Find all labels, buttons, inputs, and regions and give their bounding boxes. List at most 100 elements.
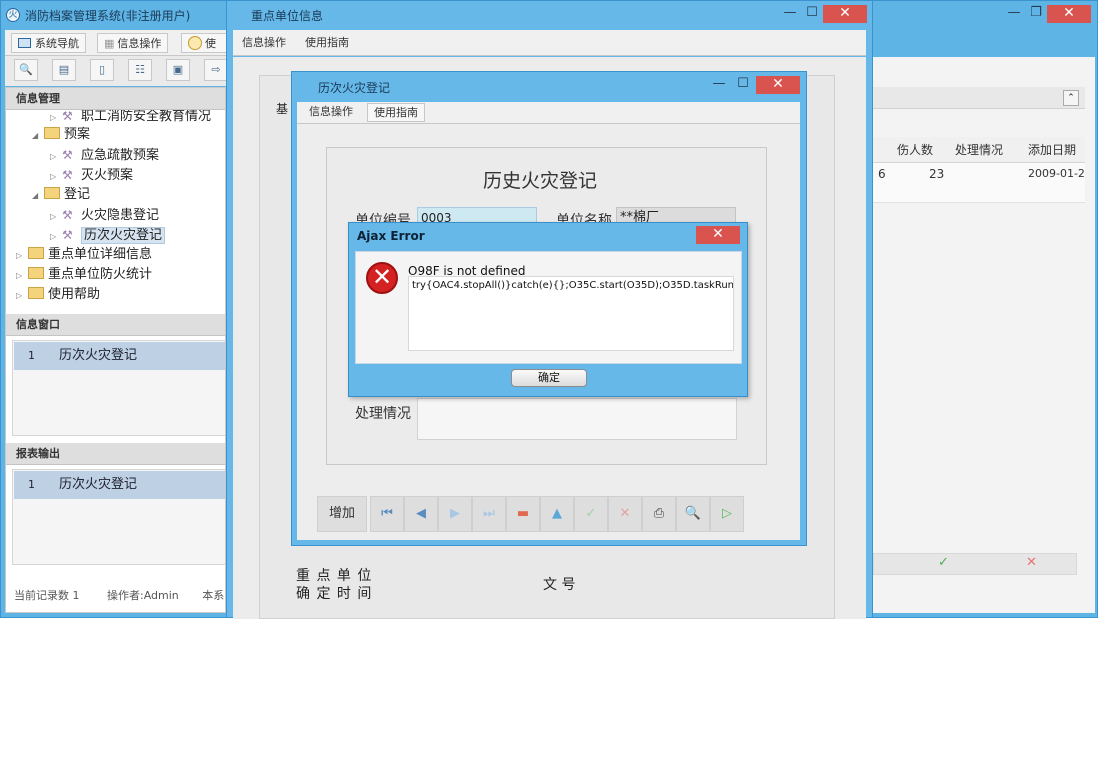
expand-arrow-icon: ▷: [50, 172, 57, 181]
ok-button[interactable]: 确定: [511, 369, 587, 387]
folder-icon: [28, 267, 44, 279]
tree-folder-help[interactable]: ▷ 使用帮助: [16, 285, 100, 305]
edit-up-icon[interactable]: ▲: [540, 496, 574, 532]
cancel-icon[interactable]: ✕: [1026, 555, 1037, 570]
tree-item-fire-plan[interactable]: ▷ ⚒ 灭火预案: [50, 165, 133, 185]
close-icon[interactable]: ✕: [1047, 5, 1091, 23]
folder-icon: [44, 187, 60, 199]
collapse-arrow-icon: ◢: [32, 191, 39, 200]
tools-icon: ⚒: [62, 168, 73, 182]
expand-arrow-icon: ▷: [50, 212, 57, 221]
list-item[interactable]: 1 历次火灾登记: [14, 471, 225, 499]
fire-record-menubar: 信息操作 使用指南: [297, 102, 800, 124]
tree-item-staff-education[interactable]: ▷ ⚒ 职工消防安全教育情况: [50, 110, 211, 122]
menu-info-ops[interactable]: 信息操作: [303, 103, 359, 122]
tree-folder-register[interactable]: ◢ 登记: [32, 185, 90, 205]
expand-arrow-icon: ▷: [16, 251, 23, 260]
error-icon: ✕: [366, 262, 398, 294]
handling-label: 处理情况: [355, 406, 411, 422]
tree-folder-key-unit-details[interactable]: ▷ 重点单位详细信息: [16, 245, 152, 265]
tree-item-label: 应急疏散预案: [81, 148, 160, 163]
fire-record-window-title: 历次火灾登记: [318, 81, 391, 95]
delete-icon[interactable]: ▬: [506, 496, 540, 532]
cancel-icon[interactable]: ✕: [608, 496, 642, 532]
tree-item-label: 火灾隐患登记: [81, 208, 160, 223]
collapse-up-icon[interactable]: ⌃: [1063, 90, 1079, 106]
folder-icon: [28, 247, 44, 259]
save-check-icon[interactable]: ✓: [574, 496, 608, 532]
grid-row[interactable]: 6 23 2009-01-2: [873, 163, 1085, 203]
menu-usage-guide[interactable]: 使用指南: [299, 33, 355, 53]
collapse-arrow-icon: ◢: [32, 131, 39, 140]
tools-icon: ⚒: [62, 148, 73, 162]
error-panel: ✕ O98F is not defined try{OAC4.stopAll()…: [355, 251, 742, 364]
tools-icon: ⚒: [62, 228, 73, 242]
main-content-area: ⌃ 伤人数 处理情况 添加日期 6 23 2009-01-2 ✓ ✕: [873, 57, 1095, 613]
grid-header-date[interactable]: 添加日期: [1028, 139, 1076, 161]
doc-number-label: 文 号: [543, 577, 576, 593]
menu-system-nav-label: 系统导航: [35, 37, 79, 50]
check-icon[interactable]: ✓: [938, 555, 949, 570]
error-dialog-title: Ajax Error: [357, 229, 425, 243]
error-detail-box[interactable]: try{OAC4.stopAll()}catch(e){};O35C.start…: [408, 276, 734, 351]
list-item[interactable]: 1 历次火灾登记: [14, 342, 225, 370]
restore-icon[interactable]: ❐: [1023, 5, 1049, 23]
main-toolbar: 🔍 ▤ ▯ ☷ ▣ ⇨: [5, 56, 228, 86]
users-icon[interactable]: ☷: [128, 59, 152, 81]
menu-system-nav[interactable]: 系统导航: [11, 33, 86, 53]
first-record-icon[interactable]: ⏮: [370, 496, 404, 532]
search-icon[interactable]: 🔍: [14, 59, 38, 81]
preview-icon[interactable]: 🔍: [676, 496, 710, 532]
tree-folder-plans[interactable]: ◢ 预案: [32, 125, 90, 145]
grid-panel-header: ⌃: [873, 87, 1085, 109]
tree-item-label: 灭火预案: [81, 168, 134, 183]
tree-item-label-selected: 历次火灾登记: [81, 227, 166, 244]
main-window-title: 消防档案管理系统(非注册用户): [25, 9, 191, 23]
list-icon[interactable]: ▤: [52, 59, 76, 81]
export-icon[interactable]: ⇨: [204, 59, 228, 81]
report-output-list: 1 历次火灾登记: [12, 469, 225, 565]
info-window-header: 信息窗口: [6, 314, 225, 336]
status-extra: 本系: [202, 589, 225, 602]
prev-record-icon[interactable]: ◀: [404, 496, 438, 532]
close-icon[interactable]: ✕: [696, 226, 740, 244]
tree-item-hazard-register[interactable]: ▷ ⚒ 火灾隐患登记: [50, 205, 159, 225]
tree-item-fire-history[interactable]: ▷ ⚒ 历次火灾登记: [50, 225, 166, 245]
run-icon[interactable]: ▷: [710, 496, 744, 532]
tree-item-label: 职工消防安全教育情况: [81, 110, 212, 122]
menu-info-ops[interactable]: 信息操作: [236, 33, 292, 53]
tab-basic[interactable]: 基: [276, 100, 288, 117]
monitor-icon[interactable]: ▣: [166, 59, 190, 81]
document-icon[interactable]: ▯: [90, 59, 114, 81]
menu-usage[interactable]: 使用: [181, 33, 227, 70]
grid-header-handling[interactable]: 处理情况: [955, 139, 1003, 161]
grid-action-bar: ✓ ✕: [873, 553, 1077, 575]
grid-header-injured[interactable]: 伤人数: [897, 139, 933, 161]
next-record-icon[interactable]: ▶: [438, 496, 472, 532]
tree-item-evacuation-plan[interactable]: ▷ ⚒ 应急疏散预案: [50, 145, 159, 165]
close-icon[interactable]: ✕: [756, 76, 800, 94]
add-button[interactable]: 增加: [317, 496, 367, 532]
nav-icon: [18, 38, 31, 48]
key-unit-title-bar[interactable]: 重点单位信息 — ☐ ✕: [227, 1, 872, 29]
fire-record-title-bar[interactable]: 历次火灾登记 — ☐ ✕: [292, 72, 806, 100]
main-menubar: 系统导航 ▦信息操作 使用: [5, 30, 227, 70]
handling-input[interactable]: [417, 398, 737, 440]
grid-cell-date: 2009-01-2: [1028, 167, 1085, 180]
menu-usage-guide[interactable]: 使用指南: [367, 103, 425, 122]
list-item-number: 1: [28, 349, 35, 362]
tree-item-label: 预案: [64, 127, 91, 142]
app-logo-icon: 火: [6, 8, 20, 22]
menu-info-ops[interactable]: ▦ 信息操作: [97, 33, 169, 53]
record-count: 当前记录数 1: [14, 589, 80, 602]
grid-cell-count: 6: [878, 167, 886, 181]
grid-cell-injured: 23: [929, 167, 945, 181]
tree-folder-fire-stats[interactable]: ▷ 重点单位防火统计: [16, 265, 152, 285]
expand-arrow-icon: ▷: [16, 291, 23, 300]
close-icon[interactable]: ✕: [823, 5, 867, 23]
maximize-icon[interactable]: ☐: [730, 76, 756, 94]
last-record-icon[interactable]: ⏭: [472, 496, 506, 532]
minimize-icon[interactable]: —: [706, 76, 732, 94]
print-icon[interactable]: ⎙: [642, 496, 676, 532]
maximize-icon[interactable]: ☐: [799, 5, 825, 23]
